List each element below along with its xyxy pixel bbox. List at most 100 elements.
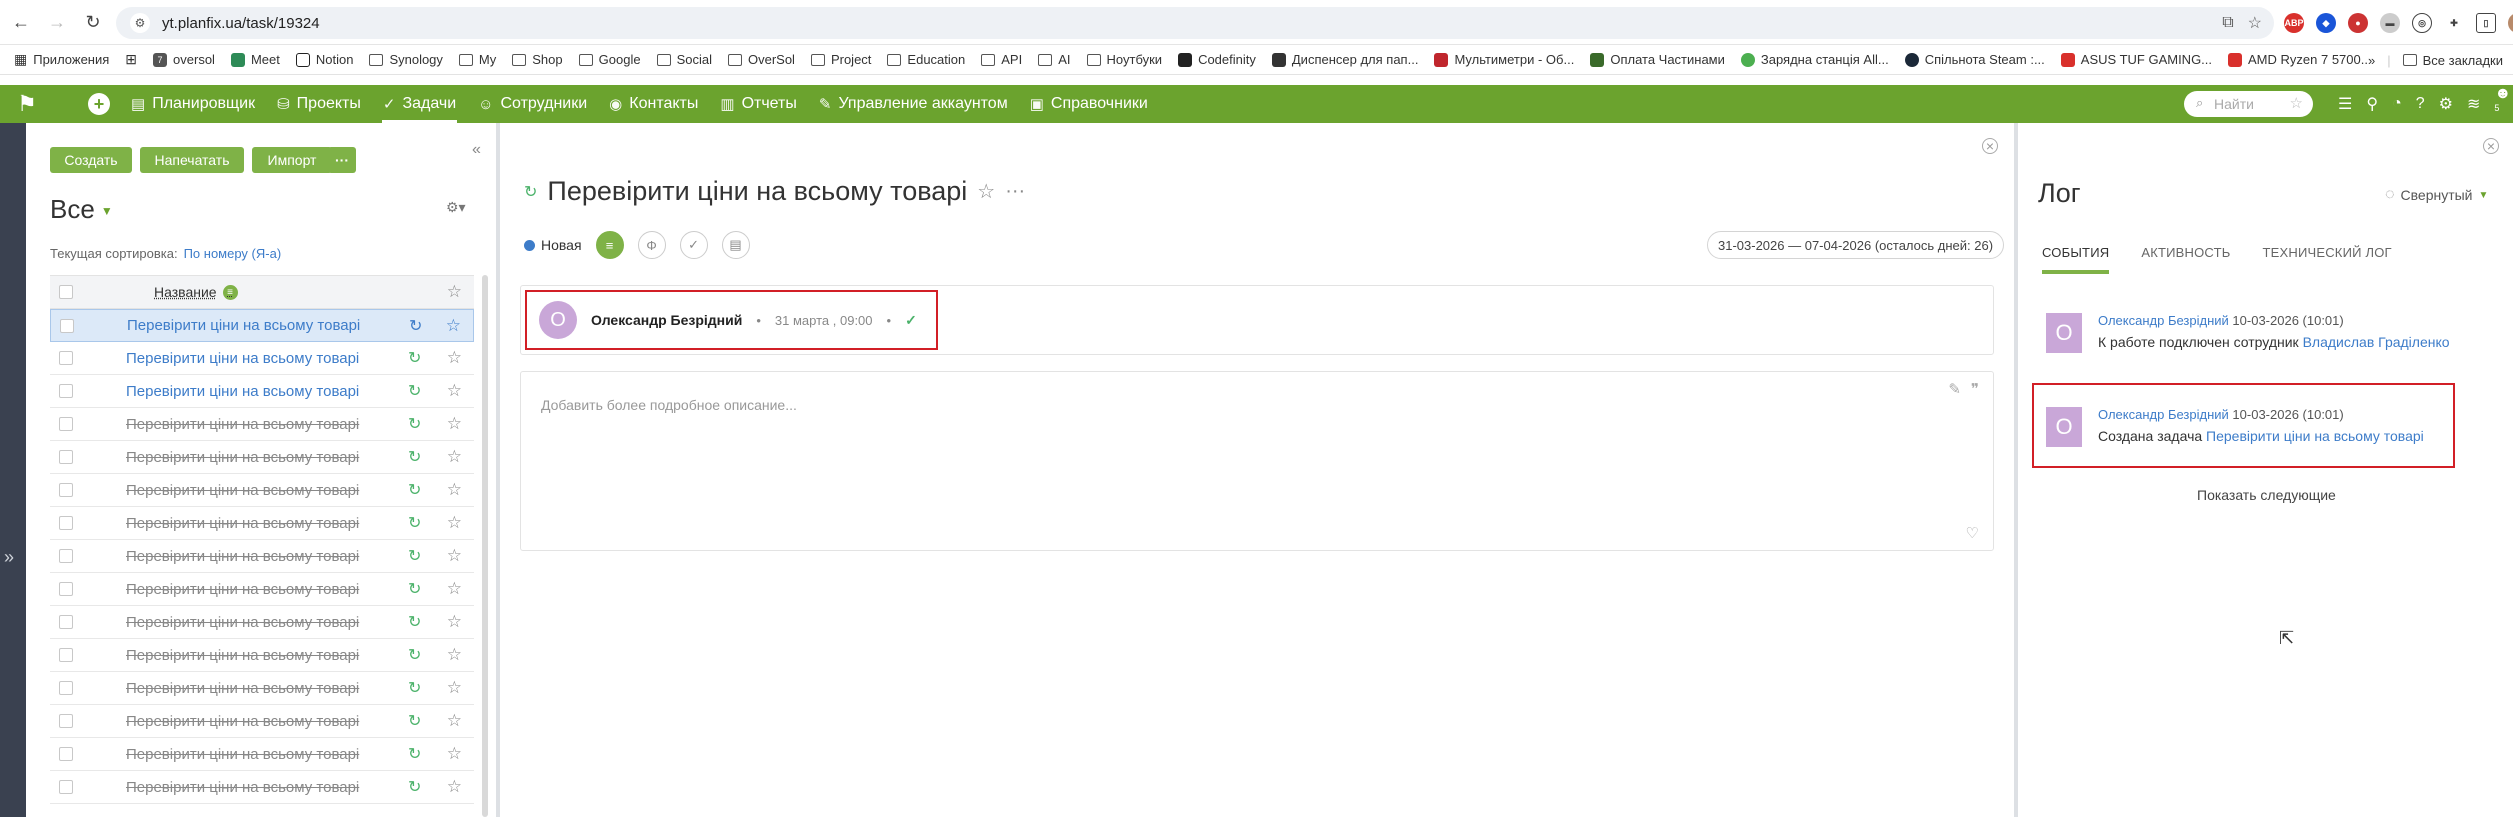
favorite-star-icon[interactable]: ☆	[447, 414, 462, 434]
bookmark-project[interactable]: Project	[803, 45, 879, 74]
sort-order-link[interactable]: По номеру (Я-а)	[184, 246, 282, 261]
all-bookmarks-button[interactable]: Все закладки	[2402, 45, 2503, 74]
adblock-extension-icon[interactable]: ABP	[2284, 13, 2304, 33]
event-author-link[interactable]: Олександр Безрідний	[2098, 313, 2229, 328]
bookmark-installments[interactable]: Оплата Частинами	[1582, 45, 1733, 74]
table-row[interactable]: Перевірити ціни на всьому товарі ↻ ☆	[50, 639, 474, 672]
bookmark-dispenser[interactable]: Диспенсер для пап...	[1264, 45, 1427, 74]
tab-technical-log[interactable]: ТЕХНИЧЕСКИЙ ЛОГ	[2262, 245, 2391, 274]
row-checkbox[interactable]	[59, 384, 73, 398]
favorite-star-icon[interactable]: ☆	[446, 316, 461, 336]
bookmark-amd[interactable]: AMD Ryzen 7 5700...	[2220, 45, 2380, 74]
close-task-icon[interactable]: ×	[1982, 138, 1998, 154]
row-checkbox[interactable]	[59, 450, 73, 464]
task-date-range[interactable]: 31-03-2026 — 07-04-2026 (осталось дней: …	[1707, 231, 2005, 259]
more-bookmarks-chevron-icon[interactable]: »	[2368, 53, 2375, 68]
event-link[interactable]: Перевірити ціни на всьому товарі	[2206, 428, 2424, 444]
table-row[interactable]: Перевірити ціни на всьому товарі ↻ ☆	[50, 507, 474, 540]
tab-activity[interactable]: АКТИВНОСТЬ	[2141, 245, 2230, 274]
side-panel-icon[interactable]: ▯	[2476, 13, 2496, 33]
task-name-link[interactable]: Перевірити ціни на всьому товарі	[126, 581, 359, 598]
description-card[interactable]: Добавить более подробное описание... ✎ ❞…	[520, 371, 1994, 551]
bookmark-oversol-folder[interactable]: OverSol	[720, 45, 803, 74]
vpn-extension-icon[interactable]: ◎	[2412, 13, 2432, 33]
import-button[interactable]: Импорт	[252, 147, 332, 173]
table-row[interactable]: Перевірити ціни на всьому товарі ↻ ☆	[50, 540, 474, 573]
favorite-star-icon[interactable]: ☆	[447, 612, 462, 632]
menu-list-icon[interactable]: ☰	[2338, 94, 2352, 114]
task-name-link[interactable]: Перевірити ціни на всьому товарі	[126, 548, 359, 565]
bookmark-apps[interactable]: ▦ Приложения	[6, 45, 117, 74]
bookmark-notebooks[interactable]: Ноутбуки	[1079, 45, 1171, 74]
table-row[interactable]: Перевірити ціни на всьому товарі ↻ ☆	[50, 441, 474, 474]
favorites-column-star-icon[interactable]: ☆	[447, 282, 462, 302]
bookmark-steam[interactable]: Спільнота Steam :...	[1897, 45, 2053, 74]
list-filter-title[interactable]: Все ▼	[50, 194, 113, 225]
row-checkbox[interactable]	[59, 483, 73, 497]
bookmark-notion[interactable]: Notion	[288, 45, 362, 74]
bookmark-multimeters[interactable]: Мультиметри - Об...	[1426, 45, 1582, 74]
install-app-icon[interactable]: ⧉	[2222, 14, 2233, 32]
log-view-mode-dropdown[interactable]: ◌ Свернутый ▼	[2385, 186, 2488, 204]
bookmark-my[interactable]: My	[451, 45, 504, 74]
favorite-star-icon[interactable]: ☆	[447, 711, 462, 731]
table-row[interactable]: Перевірити ціни на всьому товарі ↻ ☆	[50, 672, 474, 705]
table-row[interactable]: Перевірити ціни на всьому товарі ↻ ☆	[50, 375, 474, 408]
description-placeholder[interactable]: Добавить более подробное описание...	[541, 397, 797, 413]
row-checkbox[interactable]	[59, 417, 73, 431]
favorite-star-icon[interactable]: ☆	[447, 777, 462, 797]
row-checkbox[interactable]	[60, 318, 74, 333]
author-name[interactable]: Олександр Безрідний	[591, 312, 742, 328]
row-checkbox[interactable]	[59, 582, 73, 596]
event-author-link[interactable]: Олександр Безрідний	[2098, 407, 2229, 422]
table-row[interactable]: Перевірити ціни на всьому товарі ↻ ☆	[50, 573, 474, 606]
author-avatar[interactable]: О	[539, 301, 577, 339]
table-row[interactable]: Перевірити ціни на всьому товарі ↻ ☆	[50, 606, 474, 639]
row-checkbox[interactable]	[59, 714, 73, 728]
status-badge[interactable]: Новая	[524, 237, 582, 253]
task-name-link[interactable]: Перевірити ціни на всьому товарі	[126, 680, 359, 697]
pin-icon[interactable]: ⚲	[2366, 94, 2378, 114]
bookmark-social[interactable]: Social	[649, 45, 720, 74]
gray-extension-icon[interactable]: ▬	[2380, 13, 2400, 33]
favorite-star-icon[interactable]: ☆	[447, 645, 462, 665]
planfix-logo-flag-icon[interactable]: ⚑	[0, 85, 54, 123]
favorite-star-icon[interactable]: ☆	[447, 513, 462, 533]
help-icon[interactable]: ?	[2416, 95, 2425, 113]
favorite-star-icon[interactable]: ☆	[447, 348, 462, 368]
bookmark-google[interactable]: Google	[571, 45, 649, 74]
favorite-star-icon[interactable]: ☆	[447, 546, 462, 566]
favorite-star-icon[interactable]: ☆	[447, 579, 462, 599]
bookmark-oversol[interactable]: 7 oversol	[145, 45, 223, 74]
event-link[interactable]: Владислав Граділенко	[2303, 334, 2450, 350]
extensions-puzzle-icon[interactable]: ✚	[2444, 13, 2464, 33]
more-options-icon[interactable]: ···	[1005, 180, 1025, 203]
table-row[interactable]: Перевірити ціни на всьому товарі ↻ ☆	[50, 738, 474, 771]
header-search-input[interactable]: ⌕ Найти ☆	[2184, 91, 2313, 117]
bookmark-api[interactable]: API	[973, 45, 1030, 74]
back-arrow-icon[interactable]: ←	[6, 7, 36, 37]
more-actions-button[interactable]: ···	[328, 147, 356, 173]
add-new-plus-icon[interactable]: +	[88, 93, 110, 115]
row-checkbox[interactable]	[59, 747, 73, 761]
settings-gear-icon[interactable]: ⚙	[2439, 94, 2453, 114]
nav-contacts[interactable]: ◉ Контакты	[598, 85, 709, 123]
shield-extension-icon[interactable]: ◆	[2316, 13, 2336, 33]
user-notifications-icon[interactable]: ☻5	[2494, 85, 2513, 122]
filter-settings-icon[interactable]: ⚙▾	[446, 199, 466, 216]
table-row[interactable]: Перевірити ціни на всьому товарі ↻ ☆	[50, 408, 474, 441]
bookmark-grid[interactable]: ⊞	[117, 45, 145, 74]
bookmark-meet[interactable]: Meet	[223, 45, 288, 74]
table-row[interactable]: Перевірити ціни на всьому товарі ↻ ☆	[50, 342, 474, 375]
collapsed-left-sidebar[interactable]: »	[0, 123, 26, 817]
column-name-header[interactable]: Название ≡	[154, 284, 238, 300]
nav-tasks[interactable]: ✓ Задачи	[372, 85, 467, 123]
address-bar[interactable]: ⚙ yt.planfix.ua/task/19324 ⧉ ☆	[116, 7, 2274, 39]
row-checkbox[interactable]	[59, 549, 73, 563]
favorite-star-icon[interactable]: ☆	[447, 678, 462, 698]
close-log-icon[interactable]: ×	[2483, 138, 2499, 154]
comment-bubble-icon[interactable]: ❞	[1971, 380, 1979, 398]
favorites-star-icon[interactable]: ☆	[2290, 94, 2303, 112]
bookmark-star-icon[interactable]: ☆	[2248, 13, 2262, 33]
like-heart-icon[interactable]: ♡	[1966, 524, 1979, 542]
